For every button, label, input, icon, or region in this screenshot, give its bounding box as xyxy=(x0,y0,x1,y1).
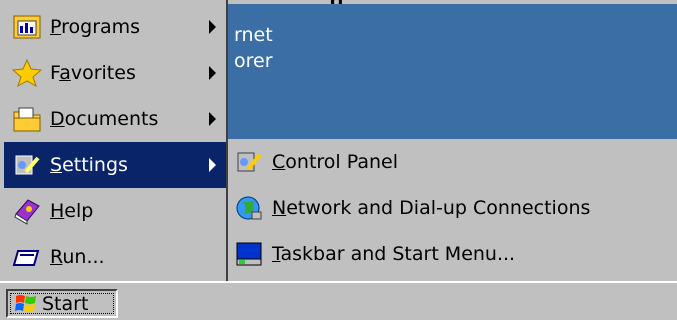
menu-label-settings: Settings xyxy=(50,154,128,176)
start-menu-item-favorites[interactable]: Favorites xyxy=(4,50,226,96)
background-text-line1: rnet xyxy=(234,24,273,46)
taskbar-icon xyxy=(236,242,262,266)
network-globe-icon xyxy=(236,196,262,220)
submenu-label-network: Network and Dial-up Connections xyxy=(272,197,591,219)
submenu-arrow-icon xyxy=(209,158,216,172)
start-menu-item-documents[interactable]: Documents xyxy=(4,96,226,142)
submenu-item-control-panel[interactable]: Control Panel xyxy=(232,139,398,185)
submenu-arrow-icon xyxy=(209,112,216,126)
start-label: Start xyxy=(42,292,89,315)
start-button[interactable]: Start xyxy=(6,289,118,318)
start-menu-item-help[interactable]: Help xyxy=(4,188,226,234)
menu-label-programs: Programs xyxy=(50,16,141,38)
menu-label-documents: Documents xyxy=(50,108,159,130)
menu-label-run: Run... xyxy=(50,246,105,268)
favorites-star-icon xyxy=(12,58,42,88)
programs-icon xyxy=(13,15,41,39)
help-book-icon xyxy=(14,199,40,225)
start-menu-item-settings[interactable]: Settings xyxy=(4,142,226,188)
control-panel-icon xyxy=(237,152,262,172)
background-text-line2: orer xyxy=(234,50,273,72)
submenu-label-taskbar: Taskbar and Start Menu... xyxy=(272,243,516,265)
windows-flag-icon xyxy=(15,294,36,312)
submenu-arrow-icon xyxy=(209,66,216,80)
start-menu: Programs Favorites Documents Settings He… xyxy=(0,0,228,281)
settings-submenu: Control Panel Network and Dial-up Connec… xyxy=(228,139,677,281)
menu-label-favorites: Favorites xyxy=(50,62,136,84)
submenu-label-control-panel: Control Panel xyxy=(272,151,398,173)
menu-label-help: Help xyxy=(50,200,94,222)
submenu-arrow-icon xyxy=(209,20,216,34)
submenu-item-taskbar-start-menu[interactable]: Taskbar and Start Menu... xyxy=(232,231,515,277)
submenu-item-network[interactable]: Network and Dial-up Connections xyxy=(232,185,590,231)
start-menu-item-run[interactable]: Run... xyxy=(4,234,226,280)
taskbar: Start xyxy=(0,281,677,320)
background-window xyxy=(228,4,677,139)
settings-icon xyxy=(15,155,40,175)
start-menu-item-programs[interactable]: Programs xyxy=(4,4,226,50)
run-icon xyxy=(12,250,40,266)
documents-folder-icon xyxy=(13,107,41,132)
